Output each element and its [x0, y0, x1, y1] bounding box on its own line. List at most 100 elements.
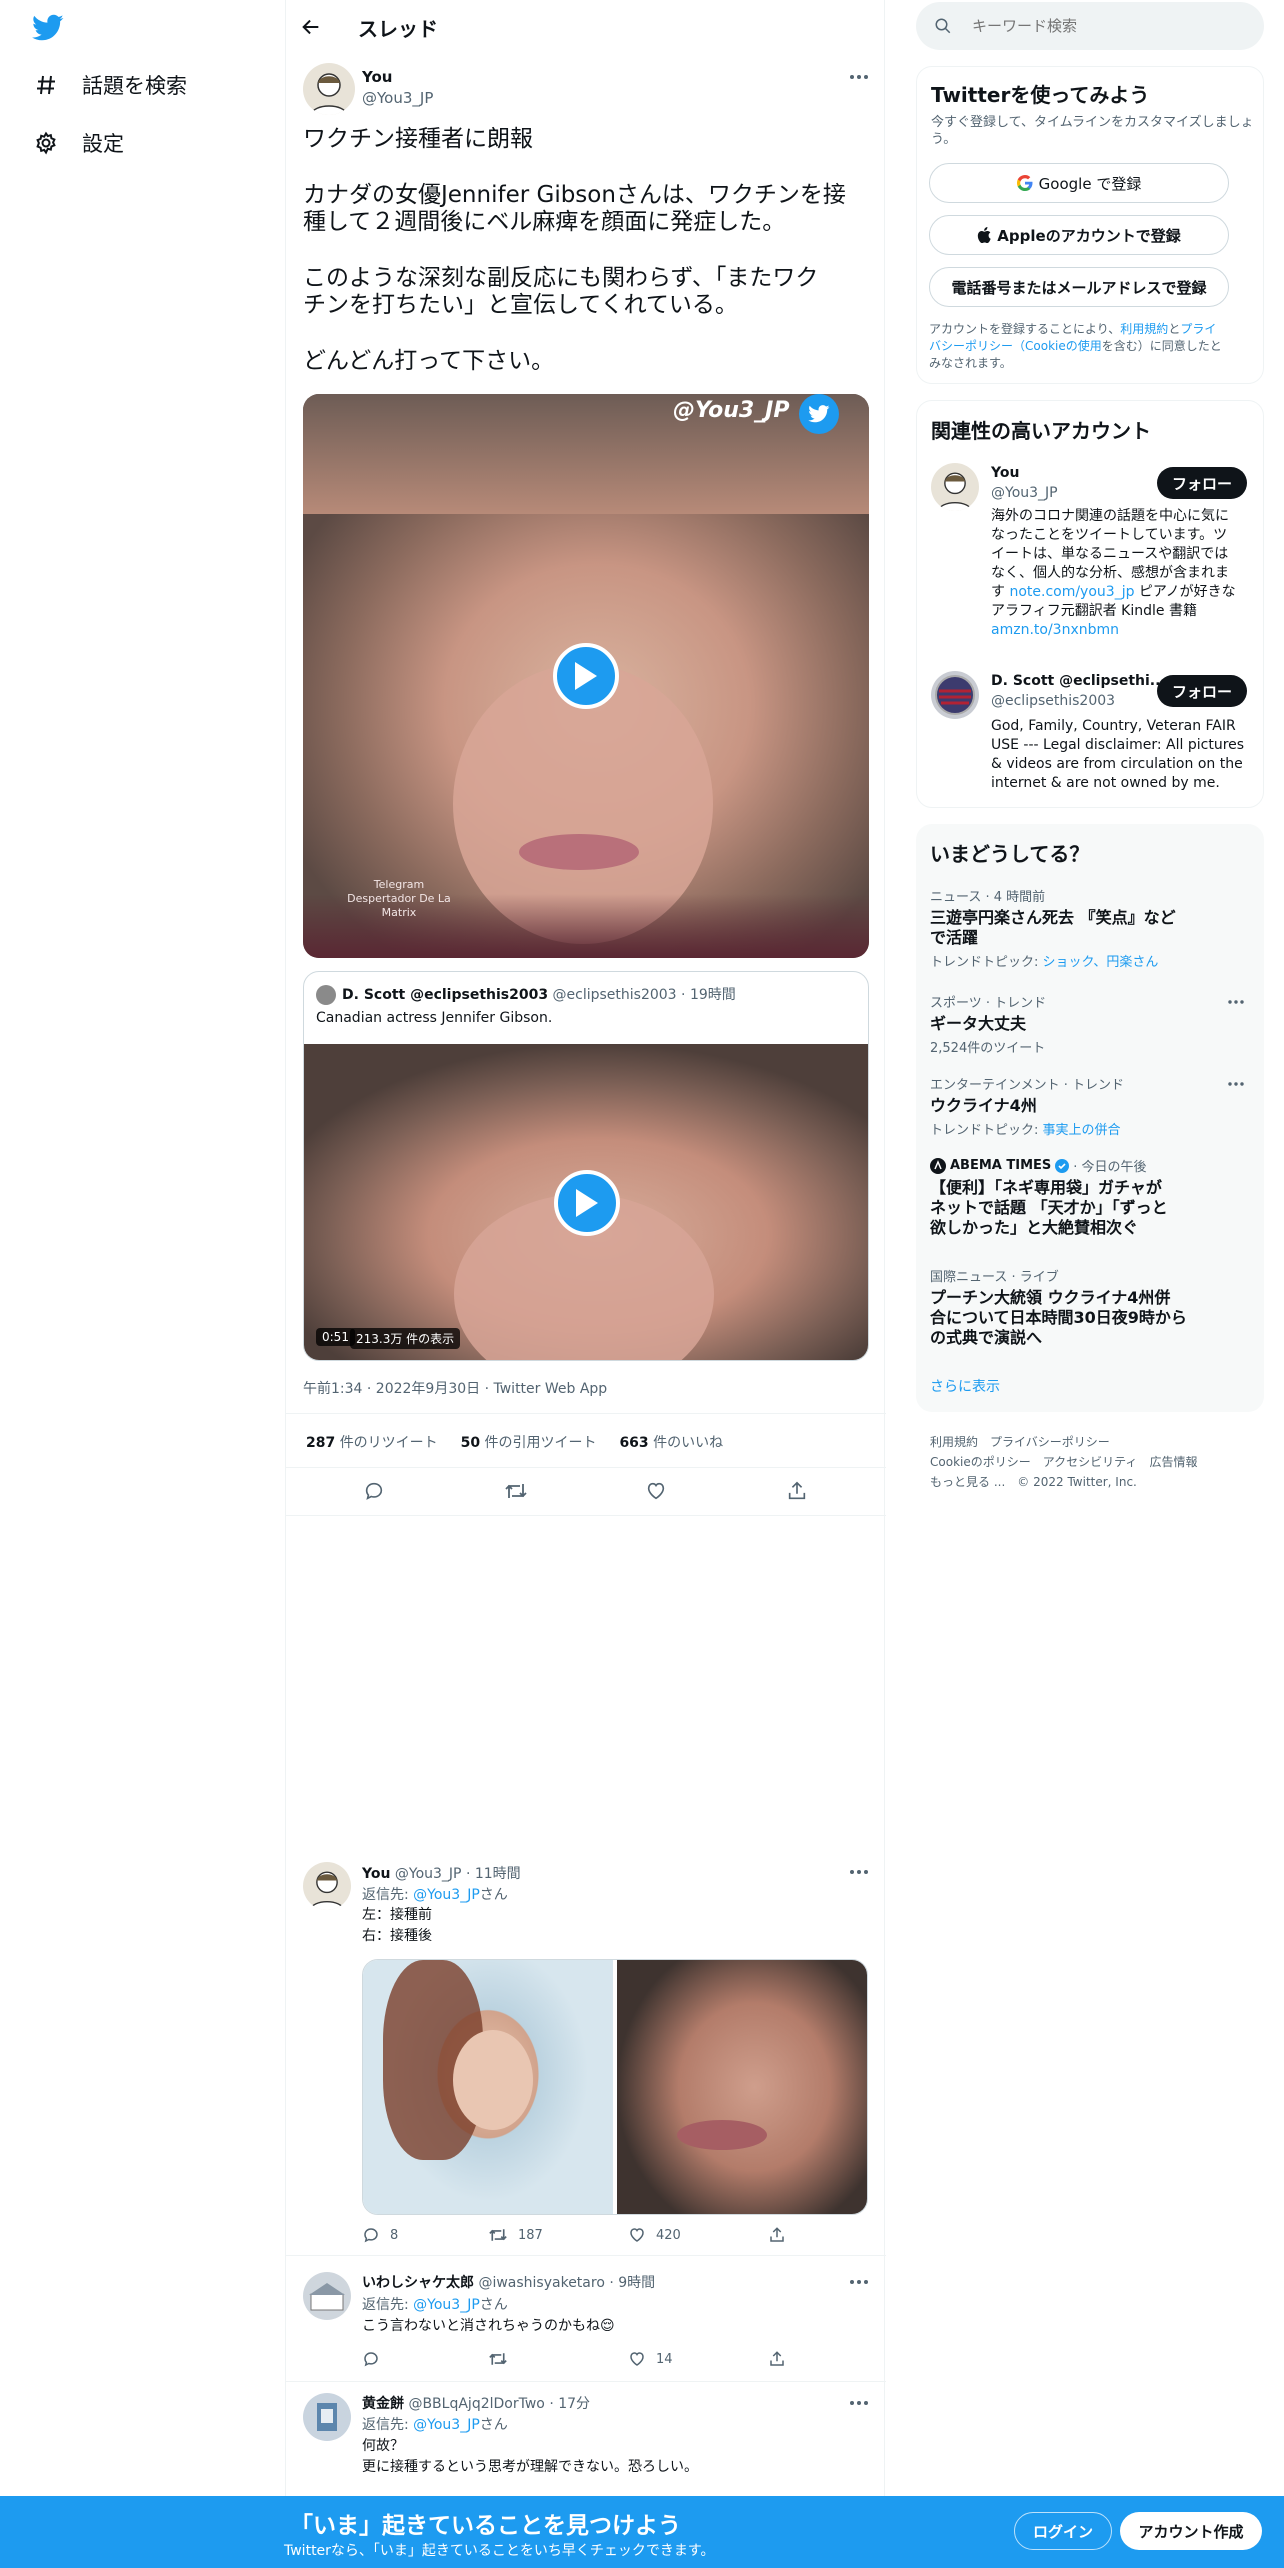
reply-time[interactable]: · 9時間: [609, 2275, 655, 2291]
avatar[interactable]: [303, 2393, 351, 2441]
footer-accessibility-link[interactable]: アクセシビリティ: [1043, 1455, 1138, 1469]
tweet-timestamp[interactable]: 午前1:34 · 2022年9月30日 · Twitter Web App: [303, 1378, 607, 1398]
photo-after[interactable]: [617, 1960, 867, 2214]
footer-cookie-link[interactable]: Cookieのポリシー: [930, 1455, 1031, 1469]
more-icon[interactable]: [848, 70, 870, 84]
author-name[interactable]: You: [362, 68, 392, 86]
retweet-icon[interactable]: [488, 2350, 508, 2368]
account-name[interactable]: D. Scott @eclipsethi...: [991, 673, 1166, 689]
avatar[interactable]: [931, 671, 979, 719]
retweet-icon[interactable]: [504, 1480, 528, 1502]
author-handle[interactable]: @You3_JP: [362, 89, 433, 107]
more-icon[interactable]: [848, 2396, 870, 2410]
reply-icon[interactable]: [363, 1480, 385, 1502]
trend-item[interactable]: ABEMA TIMES · 今日の午後 【便利】「ネギ専用袋」ガチャが ネットで…: [930, 1156, 1250, 1238]
quote-video[interactable]: 0:51 213.3万 件の表示: [304, 1044, 868, 1360]
verified-badge-icon: [1055, 1158, 1070, 1173]
avatar[interactable]: [303, 1862, 351, 1910]
trend-title: で活躍: [930, 928, 979, 947]
reply-header: いわしシャケ太郎 @iwashisyaketaro · 9時間: [362, 2272, 655, 2292]
share-icon[interactable]: [786, 1480, 808, 1502]
reply-time[interactable]: · 11時間: [466, 1866, 521, 1882]
footer-more-link[interactable]: もっと見る ...: [930, 1475, 1005, 1489]
reply-author-handle[interactable]: @You3_JP: [395, 1866, 462, 1882]
tweet-video[interactable]: @You3_JP Telegram Despertador De La Matr…: [303, 394, 869, 958]
like-button[interactable]: 14: [628, 2350, 673, 2368]
cookie-link[interactable]: （Cookieの使用: [1013, 339, 1102, 353]
like-icon[interactable]: [645, 1480, 667, 1502]
signup-subtitle-line: う。: [931, 132, 957, 147]
reply-header: You @You3_JP · 11時間: [362, 1863, 521, 1883]
avatar[interactable]: [303, 63, 355, 115]
login-button[interactable]: ログイン: [1014, 2512, 1112, 2550]
reply-to-link[interactable]: @You3_JP: [413, 1887, 480, 1903]
nav-explore[interactable]: 話題を検索: [34, 70, 187, 100]
share-icon[interactable]: [768, 2350, 786, 2368]
photo-before[interactable]: [363, 1960, 613, 2214]
back-arrow-icon[interactable]: [300, 16, 322, 38]
sidebar-footer: 利用規約 プライバシーポリシー Cookieのポリシー アクセシビリティ 広告情…: [930, 1432, 1197, 1492]
trend-sub-link[interactable]: 事実上の併合: [1043, 1123, 1121, 1138]
bottom-banner: 「いま」起きていることを見つけよう Twitterなら、「いま」起きていることを…: [0, 2496, 1284, 2568]
show-more-link[interactable]: さらに表示: [930, 1376, 1000, 1396]
signup-button[interactable]: アカウント作成: [1120, 2512, 1262, 2550]
signup-subtitle: 今すぐ登録して、タイムラインをカスタマイズしましょ う。: [931, 114, 1254, 148]
footer-terms-link[interactable]: 利用規約: [930, 1435, 978, 1449]
bio-link[interactable]: note.com/you3_jp: [1009, 584, 1134, 600]
nav-settings[interactable]: 設定: [34, 128, 124, 158]
quote-text: Canadian actress Jennifer Gibson.: [316, 1010, 553, 1026]
reply-author-name[interactable]: 黄金餅: [362, 2396, 404, 2412]
likes-stat[interactable]: 663 件のいいね: [619, 1435, 723, 1451]
privacy-link[interactable]: バシーポリシー: [929, 339, 1013, 353]
search-input[interactable]: [972, 17, 1212, 35]
bio-link[interactable]: amzn.to/3nxnbmn: [991, 621, 1236, 640]
banner-subtitle: Twitterなら、「いま」起きていることをいち早くチェックできます。: [284, 2543, 715, 2559]
follow-button[interactable]: フォロー: [1157, 675, 1247, 707]
footer-privacy-link[interactable]: プライバシーポリシー: [990, 1435, 1110, 1449]
phone-signup-button[interactable]: 電話番号またはメールアドレスで登録: [929, 267, 1229, 307]
follow-button[interactable]: フォロー: [1157, 467, 1247, 499]
retweet-button[interactable]: 187: [488, 2226, 543, 2244]
account-handle[interactable]: @You3_JP: [991, 485, 1058, 501]
quote-tweet-card[interactable]: D. Scott @eclipsethis2003 @eclipsethis20…: [303, 971, 869, 1361]
trend-category: ABEMA TIMES · 今日の午後: [930, 1156, 1250, 1175]
trend-item[interactable]: ニュース · 4 時間前 三遊亭円楽さん死去 『笑点』など で活躍 トレンドトピ…: [930, 886, 1250, 970]
trend-sub-link[interactable]: ショック、円楽さん: [1043, 955, 1159, 970]
account-name[interactable]: You: [991, 465, 1019, 481]
google-signup-button[interactable]: Google で登録: [929, 163, 1229, 203]
play-button[interactable]: [554, 1170, 620, 1236]
reply-to-link[interactable]: @You3_JP: [413, 2297, 480, 2313]
more-icon[interactable]: [848, 2275, 870, 2289]
more-icon[interactable]: [848, 1865, 870, 1879]
trend-item[interactable]: スポーツ · トレンド ギータ大丈夫 2,524件のツイート: [930, 992, 1250, 1056]
like-count: 14: [656, 2351, 673, 2367]
reply-author-handle[interactable]: @iwashisyaketaro: [478, 2275, 604, 2291]
trend-item[interactable]: エンターテインメント · トレンド ウクライナ4州 トレンドトピック: 事実上の…: [930, 1074, 1250, 1138]
reply-line: 右：接種後: [362, 1928, 432, 1944]
reply-author-name[interactable]: いわしシャケ太郎: [362, 2275, 474, 2291]
account-handle[interactable]: @eclipsethis2003: [991, 693, 1115, 709]
reply-to-link[interactable]: @You3_JP: [413, 2417, 480, 2433]
trend-item[interactable]: 国際ニュース · ライブ プーチン大統領 ウクライナ4州併 合について日本時間3…: [930, 1266, 1250, 1348]
more-icon[interactable]: [1226, 996, 1246, 1008]
search-box[interactable]: [916, 2, 1264, 50]
more-icon[interactable]: [1226, 1078, 1246, 1090]
apple-signup-button[interactable]: Appleのアカウントで登録: [929, 215, 1229, 255]
twitter-logo-icon[interactable]: [32, 14, 64, 42]
play-button[interactable]: [553, 643, 619, 709]
retweets-stat[interactable]: 287 件のリツイート: [306, 1435, 438, 1451]
reply-author-name[interactable]: You: [362, 1866, 390, 1882]
like-button[interactable]: 420: [628, 2226, 681, 2244]
footer-ads-link[interactable]: 広告情報: [1149, 1455, 1197, 1469]
privacy-link[interactable]: プライ: [1180, 322, 1216, 336]
reply-author-handle[interactable]: @BBLqAjq2lDorTwo: [408, 2396, 544, 2412]
avatar[interactable]: [931, 463, 979, 511]
reply-icon[interactable]: [362, 2350, 380, 2368]
avatar[interactable]: [303, 2272, 351, 2320]
quote-time: · 19時間: [681, 987, 736, 1003]
quotes-stat[interactable]: 50 件の引用ツイート: [461, 1435, 597, 1451]
reply-button[interactable]: 8: [362, 2226, 398, 2244]
share-icon[interactable]: [768, 2226, 786, 2244]
reply-time[interactable]: · 17分: [549, 2396, 590, 2412]
terms-link[interactable]: 利用規約: [1120, 322, 1168, 336]
